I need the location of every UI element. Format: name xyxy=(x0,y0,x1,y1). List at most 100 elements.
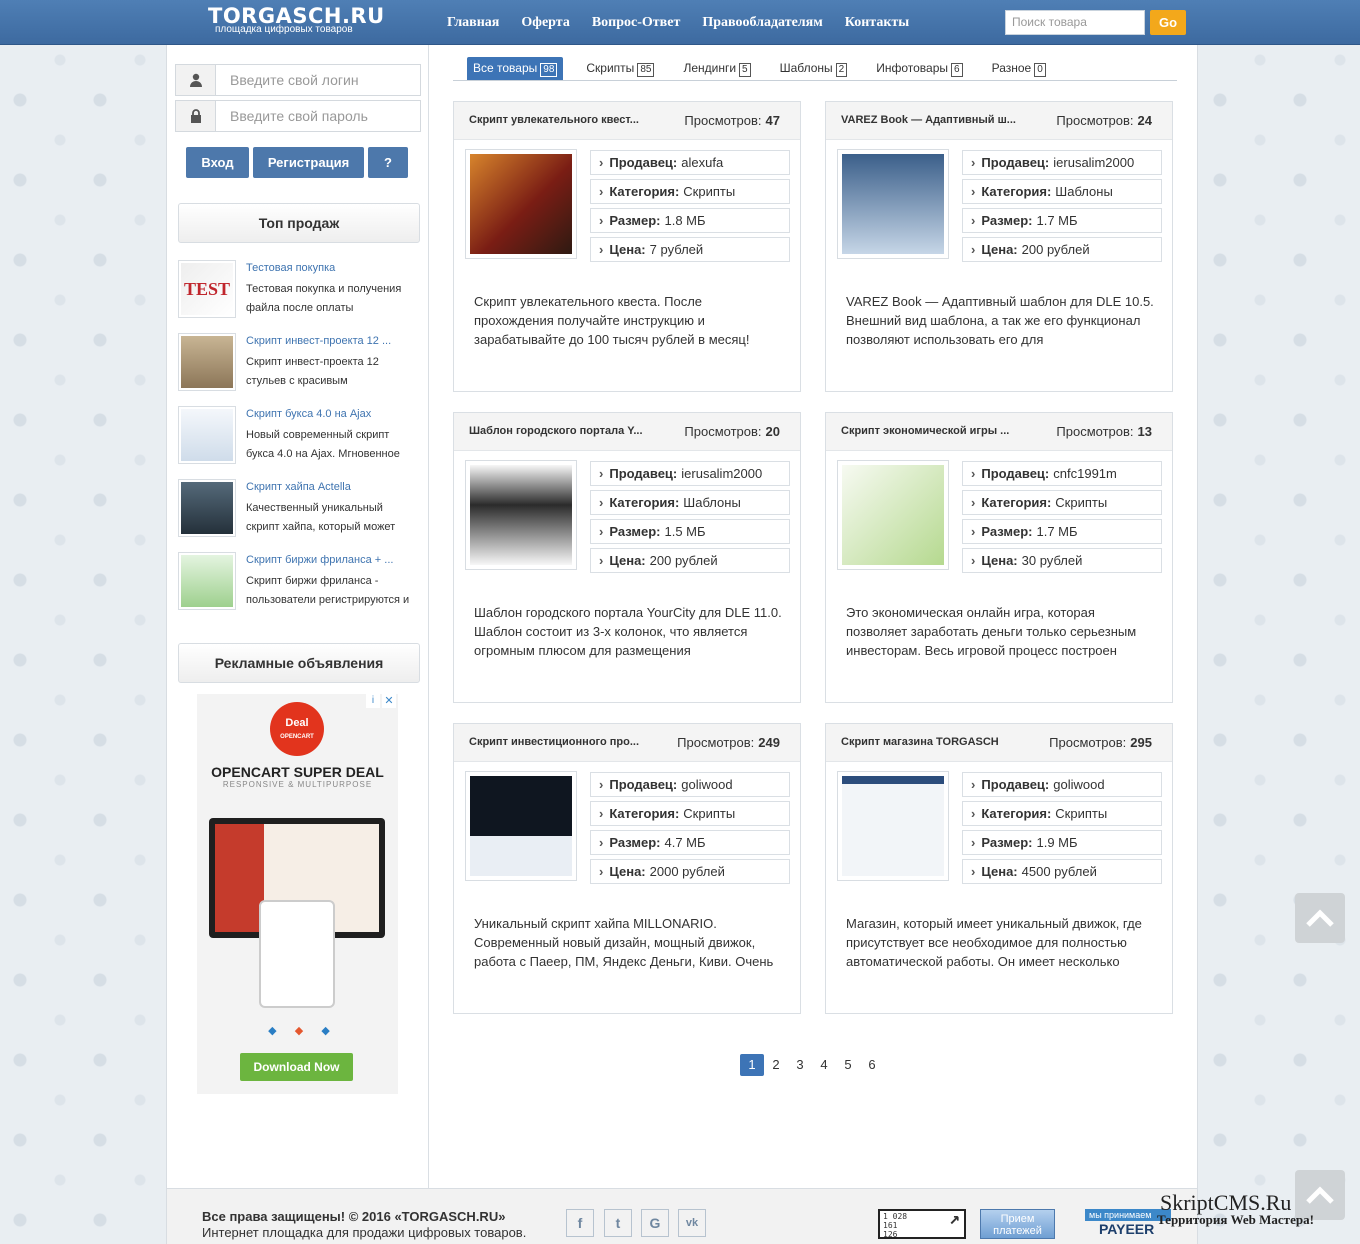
password-field[interactable]: Введите свой пароль xyxy=(175,100,421,132)
top-item[interactable]: Скрипт биржи фриланса + ... Скрипт биржи… xyxy=(178,552,420,616)
product-category[interactable]: › Категория: Шаблоны xyxy=(962,179,1162,204)
chevron-right-icon: › xyxy=(599,777,604,792)
nav-faq[interactable]: Вопрос-Ответ xyxy=(592,15,680,31)
product-card[interactable]: Скрипт инвестиционного про... Просмотров… xyxy=(453,723,801,1014)
top-item-title[interactable]: Скрипт биржи фриланса + ... xyxy=(246,554,393,566)
seller-value: ierusalim2000 xyxy=(1053,155,1135,170)
tab-infoproducts[interactable]: Инфотовары 6 xyxy=(870,57,968,80)
product-image[interactable] xyxy=(465,771,577,881)
page-6[interactable]: 6 xyxy=(860,1054,884,1076)
top-item-title[interactable]: Скрипт хайпа Actella xyxy=(246,481,351,493)
product-category[interactable]: › Категория: Скрипты xyxy=(590,801,790,826)
product-image[interactable] xyxy=(837,460,949,570)
views-count: 47 xyxy=(765,113,780,128)
product-seller[interactable]: › Продавец: goliwood xyxy=(590,772,790,797)
product-title[interactable]: Скрипт магазина TORGASCH xyxy=(841,736,999,748)
product-title[interactable]: Скрипт экономической игры ... xyxy=(841,425,1009,437)
product-category[interactable]: › Категория: Скрипты xyxy=(962,801,1162,826)
category-label: Категория: xyxy=(609,495,680,510)
product-card[interactable]: VAREZ Book — Адаптивный ш... Просмотров:… xyxy=(825,101,1173,392)
page-3[interactable]: 3 xyxy=(788,1054,812,1076)
ad-close-icon[interactable]: ✕ xyxy=(382,694,396,708)
product-title[interactable]: Скрипт увлекательного квест... xyxy=(469,114,639,126)
page-5[interactable]: 5 xyxy=(836,1054,860,1076)
product-seller[interactable]: › Продавец: alexufa xyxy=(590,150,790,175)
nav-home[interactable]: Главная xyxy=(447,15,499,31)
tab-scripts[interactable]: Скрипты 85 xyxy=(580,57,660,80)
product-seller[interactable]: › Продавец: ierusalim2000 xyxy=(962,150,1162,175)
page-1[interactable]: 1 xyxy=(740,1054,764,1076)
chevron-right-icon: › xyxy=(971,184,976,199)
product-image[interactable] xyxy=(837,149,949,259)
product-category[interactable]: › Категория: Скрипты xyxy=(962,490,1162,515)
help-button[interactable]: ? xyxy=(368,147,408,178)
top-item-title[interactable]: Скрипт инвест-проекта 12 ... xyxy=(246,335,391,347)
product-card[interactable]: Шаблон городского портала Y... Просмотро… xyxy=(453,412,801,703)
tab-landings[interactable]: Лендинги 5 xyxy=(677,57,756,80)
chevron-up-icon xyxy=(1306,1186,1334,1204)
price-value: 200 рублей xyxy=(1021,242,1090,257)
product-category[interactable]: › Категория: Шаблоны xyxy=(590,490,790,515)
product-price: › Цена: 7 рублей xyxy=(590,237,790,262)
product-title[interactable]: Шаблон городского портала Y... xyxy=(469,425,643,437)
product-price: › Цена: 2000 рублей xyxy=(590,859,790,884)
chevron-right-icon: › xyxy=(971,524,976,539)
top-item-thumbnail[interactable] xyxy=(178,479,236,537)
chevron-right-icon: › xyxy=(599,242,604,257)
top-item[interactable]: TEST Тестовая покупка Тестовая покупка и… xyxy=(178,260,420,324)
login-button[interactable]: Вход xyxy=(186,147,249,178)
top-item[interactable]: Скрипт букса 4.0 на Ajax Новый современн… xyxy=(178,406,420,470)
vk-icon[interactable]: vk xyxy=(678,1209,706,1237)
top-item-title[interactable]: Скрипт букса 4.0 на Ajax xyxy=(246,408,371,420)
page-4[interactable]: 4 xyxy=(812,1054,836,1076)
product-image[interactable] xyxy=(465,460,577,570)
login-field[interactable]: Введите свой логин xyxy=(175,64,421,96)
search-input[interactable]: Поиск товара xyxy=(1005,10,1145,35)
tab-all[interactable]: Все товары 98 xyxy=(467,57,564,80)
product-meta: › Продавец: cnfc1991m › Категория: Скрипты ›… xyxy=(962,461,1162,577)
product-seller[interactable]: › Продавец: ierusalim2000 xyxy=(590,461,790,486)
facebook-icon[interactable]: f xyxy=(566,1209,594,1237)
product-image[interactable] xyxy=(837,771,949,881)
product-price: › Цена: 30 рублей xyxy=(962,548,1162,573)
tab-templates[interactable]: Шаблоны 2 xyxy=(774,57,854,80)
top-item-thumbnail[interactable] xyxy=(178,406,236,464)
product-seller[interactable]: › Продавец: cnfc1991m xyxy=(962,461,1162,486)
product-category[interactable]: › Категория: Скрипты xyxy=(590,179,790,204)
product-title[interactable]: VAREZ Book — Адаптивный ш... xyxy=(841,114,1016,126)
top-item-thumbnail[interactable] xyxy=(178,552,236,610)
nav-rightholders[interactable]: Правообладателям xyxy=(702,15,822,31)
payment-badge[interactable]: Прием платежей xyxy=(980,1209,1055,1239)
product-size: › Размер: 4.7 МБ xyxy=(590,830,790,855)
page-2[interactable]: 2 xyxy=(764,1054,788,1076)
product-meta: › Продавец: goliwood › Категория: Скрипты › Р… xyxy=(590,772,790,888)
nav-offer[interactable]: Оферта xyxy=(521,15,569,31)
scroll-up-button[interactable] xyxy=(1295,893,1345,943)
product-card-header: Скрипт экономической игры ... Просмотров… xyxy=(826,413,1172,451)
tab-misc[interactable]: Разное 0 xyxy=(986,57,1052,80)
ad-download-button[interactable]: Download Now xyxy=(240,1053,353,1081)
site-logo-subtitle: площадка цифровых товаров xyxy=(215,24,353,35)
register-button[interactable]: Регистрация xyxy=(253,147,364,178)
product-card-header: Шаблон городского портала Y... Просмотро… xyxy=(454,413,800,451)
visit-counter[interactable]: 1 028 161 126 ↗ xyxy=(878,1209,966,1239)
top-item-thumbnail[interactable] xyxy=(178,333,236,391)
price-value: 200 рублей xyxy=(649,553,718,568)
ad-info-icon[interactable]: i xyxy=(366,694,380,708)
product-card[interactable]: Скрипт магазина TORGASCH Просмотров: 295 … xyxy=(825,723,1173,1014)
product-image[interactable] xyxy=(465,149,577,259)
product-card[interactable]: Скрипт экономической игры ... Просмотров… xyxy=(825,412,1173,703)
product-title[interactable]: Скрипт инвестиционного про... xyxy=(469,736,639,748)
nav-contacts[interactable]: Контакты xyxy=(845,15,909,31)
ad-banner[interactable]: i ✕ Deal OPENCART OPENCART SUPER DEAL RE… xyxy=(197,694,398,1094)
google-icon[interactable]: G xyxy=(641,1209,669,1237)
top-item-title[interactable]: Тестовая покупка xyxy=(246,262,335,274)
twitter-icon[interactable]: t xyxy=(604,1209,632,1237)
top-item-thumbnail[interactable]: TEST xyxy=(178,260,236,318)
product-seller[interactable]: › Продавец: goliwood xyxy=(962,772,1162,797)
search-go-button[interactable]: Go xyxy=(1150,10,1186,35)
chevron-right-icon: › xyxy=(599,524,604,539)
top-item[interactable]: Скрипт инвест-проекта 12 ... Скрипт инве… xyxy=(178,333,420,397)
product-card[interactable]: Скрипт увлекательного квест... Просмотро… xyxy=(453,101,801,392)
top-item[interactable]: Скрипт хайпа Actella Качественный уникал… xyxy=(178,479,420,543)
